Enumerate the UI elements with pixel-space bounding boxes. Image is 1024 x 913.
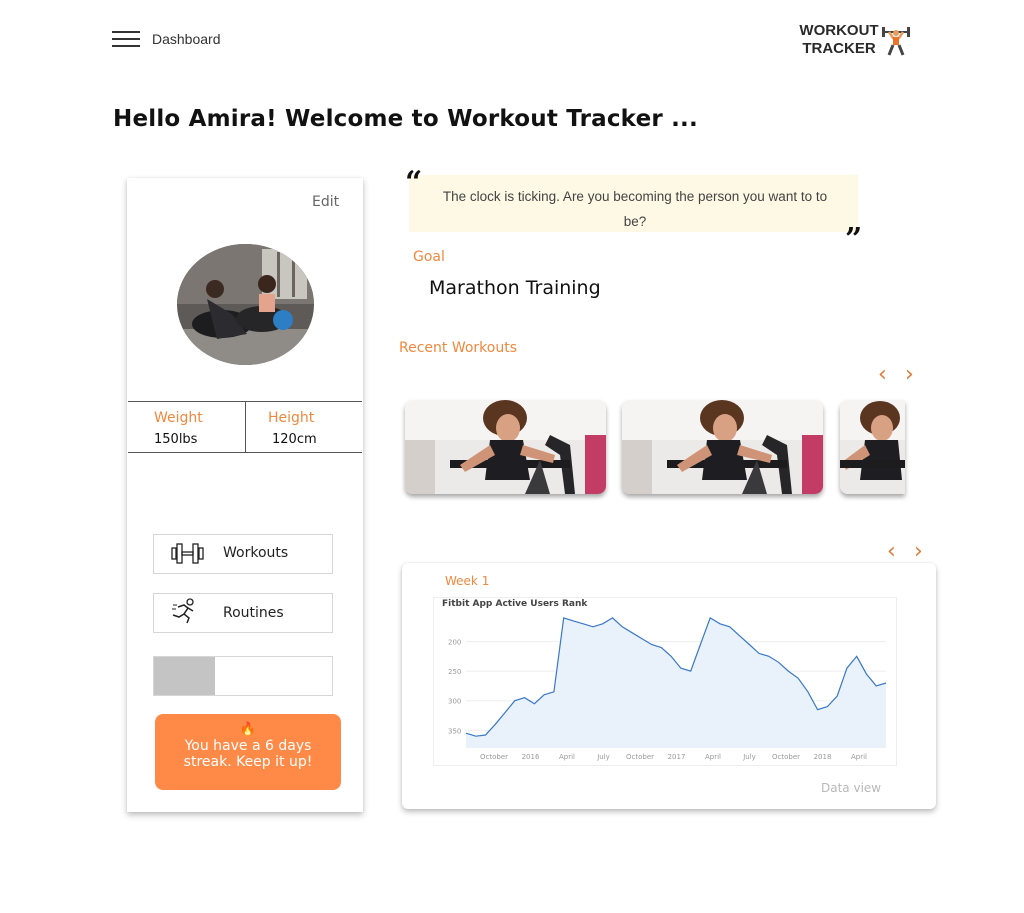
y-tick-label: 300 (448, 698, 461, 706)
workouts-label: Workouts (223, 545, 289, 561)
chart-title: Fitbit App Active Users Rank (442, 599, 588, 609)
x-tick-label: October (480, 753, 508, 761)
height-value: 120cm (272, 432, 317, 447)
x-tick-label: October (626, 753, 654, 761)
goal-value: Marathon Training (429, 277, 601, 299)
avatar (177, 244, 314, 365)
progress-bar-fill (154, 657, 215, 695)
data-view-link[interactable]: Data view (821, 781, 881, 795)
height-label: Height (268, 410, 315, 426)
quote-text: The clock is ticking. Are you becoming t… (442, 189, 828, 229)
chart-next-arrow-icon[interactable]: › (914, 541, 923, 563)
y-tick-label: 200 (448, 639, 461, 647)
x-tick-label: 2016 (522, 753, 540, 761)
menu-icon[interactable] (112, 31, 140, 48)
chart-prev-arrow-icon[interactable]: ‹ (887, 541, 896, 563)
chart-svg: Fitbit App Active Users Rank 200 250 300 350… (442, 599, 887, 761)
fire-icon: 🔥 (239, 722, 257, 737)
recent-workout-card[interactable] (622, 400, 823, 494)
x-tick-label: April (559, 753, 575, 761)
y-tick-label: 350 (448, 727, 461, 735)
x-tick-label: 2017 (668, 753, 686, 761)
logo-text-line1: WORKOUT (799, 22, 879, 39)
workouts-next-arrow-icon[interactable]: › (905, 364, 914, 386)
goal-label: Goal (413, 249, 445, 265)
streak-text-line1: You have a 6 days (184, 738, 312, 754)
weightlifter-icon (882, 27, 910, 56)
weight-value: 150lbs (154, 432, 198, 447)
edit-profile-button[interactable]: Edit (312, 194, 339, 210)
routines-label: Routines (223, 605, 284, 621)
workouts-prev-arrow-icon[interactable]: ‹ (878, 364, 887, 386)
x-tick-label: 2018 (814, 753, 832, 761)
logo-text-line2: TRACKER (802, 40, 876, 57)
x-tick-label: April (705, 753, 721, 761)
app-logo: WORKOUT TRACKER (797, 22, 917, 62)
recent-workouts-label: Recent Workouts (399, 340, 518, 356)
recent-workout-card[interactable] (840, 400, 905, 494)
x-tick-label: April (851, 753, 867, 761)
x-tick-label: July (596, 753, 610, 761)
stats-divider (245, 401, 246, 452)
recent-workout-card[interactable] (405, 400, 606, 494)
dumbbell-icon (171, 543, 204, 564)
dashboard-label: Dashboard (152, 31, 221, 47)
running-icon (172, 598, 194, 624)
page-title: Hello Amira! Welcome to Workout Tracker … (113, 106, 698, 132)
streak-text-line2: streak. Keep it up! (183, 754, 313, 770)
open-quote-icon: “ (405, 165, 423, 200)
x-tick-label: July (742, 753, 756, 761)
x-tick-label: October (772, 753, 800, 761)
close-quote-icon: ” (845, 222, 863, 257)
active-users-chart: Fitbit App Active Users Rank 200 250 300 350… (433, 597, 897, 766)
weight-label: Weight (154, 410, 203, 426)
chart-area (466, 617, 886, 748)
y-tick-label: 250 (448, 668, 461, 676)
week-label: Week 1 (445, 574, 490, 588)
streak-banner: 🔥 You have a 6 days streak. Keep it up! (155, 714, 341, 790)
